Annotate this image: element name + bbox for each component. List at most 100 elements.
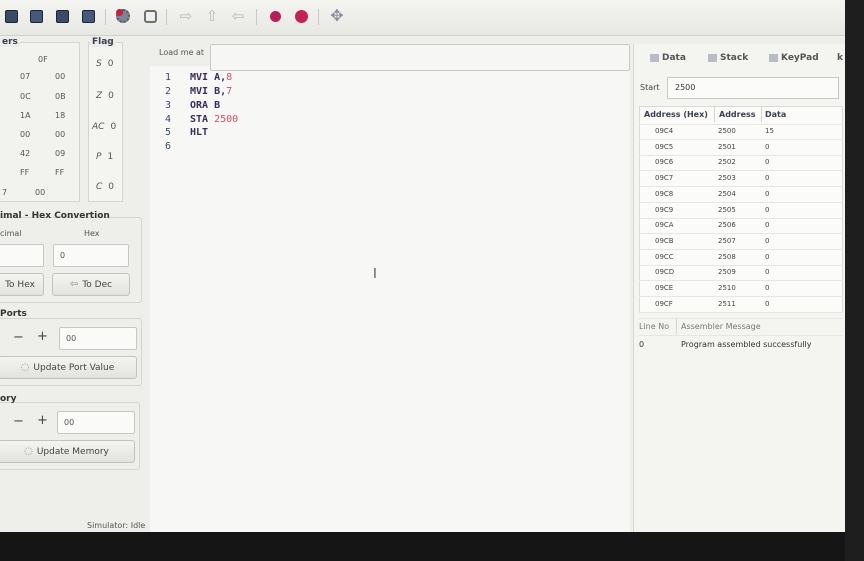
memory-increment-button[interactable]: + (37, 413, 48, 428)
refresh-icon: ◌ (20, 362, 30, 373)
data-cell[interactable]: 0 (765, 190, 769, 198)
address-hex-cell: 09C8 (655, 190, 674, 198)
assembler-message-header: Assembler Message (681, 322, 761, 331)
row-divider (639, 312, 843, 313)
operand-value: 8 (226, 72, 233, 83)
register-value: FF (55, 168, 65, 177)
simulator-window: ⇨ ⇧ ⇦ ✥ ers 0F 07 00 0C 0B 1A 18 00 00 4… (0, 0, 845, 532)
address-hex-cell: 09C5 (655, 143, 674, 151)
save-as-icon[interactable] (54, 8, 70, 24)
data-cell[interactable]: 0 (765, 143, 769, 151)
data-cell[interactable]: 0 (765, 237, 769, 245)
flag-s: S0 (96, 59, 113, 69)
tab-label: Data (662, 53, 686, 63)
address-cell: 2501 (718, 143, 736, 151)
address-hex-cell: 09C6 (655, 158, 674, 166)
tab-keypad[interactable]: KeyPad (769, 53, 819, 63)
code-text: HLT (190, 127, 214, 138)
port-increment-button[interactable]: + (37, 329, 48, 344)
assemble-icon[interactable] (115, 8, 131, 24)
screen-bezel-edge (845, 0, 864, 561)
load-address-input[interactable] (210, 44, 630, 71)
row-divider (639, 202, 843, 203)
flag-name: C (96, 182, 103, 192)
data-cell[interactable]: 0 (765, 206, 769, 214)
row-divider (639, 265, 843, 266)
register-value: 0B (55, 92, 66, 101)
row-divider (639, 186, 843, 187)
flag-value: 0 (108, 182, 115, 192)
address-cell: 2503 (718, 174, 736, 182)
new-file-icon[interactable] (3, 8, 19, 24)
hex-input[interactable]: 0 (53, 244, 129, 267)
tab-data[interactable]: Data (650, 53, 686, 63)
column-header: Address (Hex) (644, 110, 708, 119)
code-text: STA 2500 (190, 114, 238, 125)
run-icon[interactable] (267, 8, 283, 24)
code-text: MVI B,7 (190, 86, 232, 97)
refresh-icon: ◌ (24, 446, 33, 457)
flags-title: Flag (90, 37, 116, 47)
move-icon[interactable]: ✥ (329, 8, 345, 24)
line-number: 6 (165, 141, 172, 152)
to-hex-button[interactable]: To Hex (0, 273, 44, 296)
address-hex-cell: 09CF (655, 300, 673, 308)
step-up-icon[interactable]: ⇧ (204, 8, 220, 24)
operand: B, (214, 86, 227, 97)
start-address-input[interactable]: 2500 (667, 77, 839, 99)
address-cell: 2511 (718, 300, 736, 308)
line-number: 1 (165, 72, 172, 83)
line-no-header: Line No (639, 322, 670, 331)
register-value: 18 (55, 111, 66, 120)
save-icon[interactable] (28, 8, 44, 24)
tab-more[interactable]: k (837, 53, 843, 63)
code-text: ORA B (190, 100, 220, 111)
data-tab-icon (650, 53, 659, 62)
port-value-input[interactable]: 00 (59, 327, 137, 350)
memory-value-input[interactable]: 00 (57, 411, 135, 434)
flag-name: Z (96, 91, 103, 101)
decimal-input[interactable] (0, 244, 44, 267)
flag-c: C0 (96, 182, 114, 192)
row-divider (639, 249, 843, 250)
column-divider (761, 106, 762, 122)
data-cell[interactable]: 15 (765, 127, 774, 135)
keypad-tab-icon (769, 53, 778, 62)
row-divider (639, 170, 843, 171)
data-cell[interactable]: 0 (765, 221, 769, 229)
mnemonic: STA (190, 114, 209, 125)
code-editor[interactable] (150, 66, 630, 532)
update-port-label: Update Port Value (33, 362, 115, 373)
data-cell[interactable]: 0 (765, 253, 769, 261)
step-icon[interactable]: ⇨ (178, 8, 194, 24)
step-back-icon[interactable]: ⇦ (230, 8, 246, 24)
debug-icon[interactable] (142, 8, 158, 24)
data-cell[interactable]: 0 (765, 174, 769, 182)
to-dec-button[interactable]: ⇦ To Dec (52, 273, 130, 296)
data-cell[interactable]: 0 (765, 158, 769, 166)
data-cell[interactable]: 0 (765, 268, 769, 276)
stop-icon[interactable] (293, 8, 309, 24)
flag-value: 0 (108, 91, 114, 101)
row-divider (639, 155, 843, 156)
mnemonic: HLT (190, 127, 209, 138)
port-decrement-button[interactable]: − (13, 330, 24, 345)
toolbar-separator (256, 9, 257, 25)
arrow-left-icon: ⇦ (69, 279, 79, 290)
data-cell[interactable]: 0 (765, 300, 769, 308)
data-cell[interactable]: 0 (765, 284, 769, 292)
register-value: 1A (20, 111, 31, 120)
address-hex-cell: 09C9 (655, 206, 674, 214)
tab-stack[interactable]: Stack (708, 53, 748, 63)
print-icon[interactable] (80, 8, 96, 24)
line-number: 3 (165, 100, 172, 111)
register-value: 00 (55, 72, 66, 81)
registers-title: ers (0, 37, 20, 47)
toolbar-separator (166, 9, 167, 25)
registers-panel (0, 42, 80, 202)
memory-decrement-button[interactable]: − (13, 414, 24, 429)
update-memory-button[interactable]: ◌ Update Memory (0, 440, 135, 463)
update-port-button[interactable]: ◌ Update Port Value (0, 356, 137, 379)
address-hex-cell: 09CD (655, 268, 675, 276)
flag-value: 0 (110, 122, 117, 132)
